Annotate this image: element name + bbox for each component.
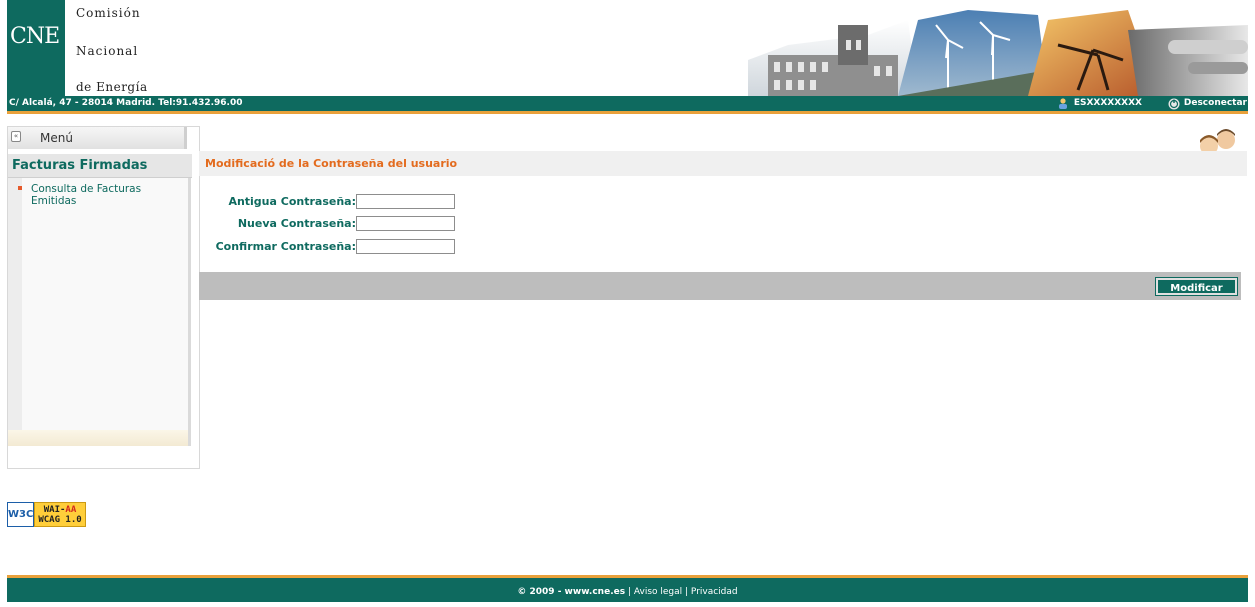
sidebar-body (8, 178, 191, 430)
user-id: ESXXXXXXXX (1073, 98, 1142, 108)
old-password-label: Antigua Contraseña: (228, 195, 356, 208)
w3c-logo[interactable]: W3C (7, 502, 34, 527)
aa-text: AA (65, 505, 77, 515)
confirm-password-label: Confirmar Contraseña: (215, 240, 356, 253)
new-password-field[interactable] (356, 216, 455, 231)
footer: © 2009 - www.cne.es | Aviso legal | Priv… (7, 575, 1248, 602)
header-banner-image (748, 0, 1248, 96)
privacy-link[interactable]: Privacidad (691, 587, 738, 597)
sidebar: « Menú Facturas Firmadas Consulta de Fac… (7, 126, 200, 469)
old-password-row: Antigua Contraseña: (199, 194, 529, 210)
sidebar-section-title: Facturas Firmadas (8, 154, 192, 178)
org-name-line3: de Energía (76, 80, 148, 94)
wcag-badge[interactable]: W3C WAI-AA WCAG 1.0 (7, 502, 86, 527)
logo-text: CNE (10, 24, 60, 49)
new-password-label: Nueva Contraseña: (237, 217, 356, 230)
confirm-password-row: Confirmar Contraseña: (199, 239, 529, 255)
wai-aa-label[interactable]: WAI-AA WCAG 1.0 (34, 502, 86, 527)
sidebar-footer (8, 430, 191, 446)
power-icon[interactable] (1168, 98, 1180, 110)
address-text: C/ Alcalá, 47 - 28014 Madrid. Tel:91.432… (9, 98, 243, 108)
top-info-bar: C/ Alcalá, 47 - 28014 Madrid. Tel:91.432… (7, 96, 1248, 114)
new-password-row: Nueva Contraseña: (199, 216, 529, 232)
org-name-line2: Nacional (76, 44, 139, 58)
action-bar: Modificar (199, 272, 1241, 300)
collapse-icon[interactable]: « (11, 131, 21, 142)
menu-tab[interactable]: « Menú (8, 127, 187, 149)
logout-label[interactable]: Desconectar (1184, 96, 1247, 111)
user-icon (1058, 98, 1068, 109)
org-name-line1: Comisión (76, 6, 141, 20)
cne-logo: CNE (7, 0, 65, 96)
wai-text: WAI- (43, 505, 66, 515)
logout-link[interactable]: Desconectar (1168, 96, 1247, 111)
modify-button[interactable]: Modificar (1155, 277, 1238, 296)
confirm-password-field[interactable] (356, 239, 455, 254)
copyright-link[interactable]: © 2009 - www.cne.es (517, 587, 625, 597)
legal-link[interactable]: Aviso legal (634, 587, 682, 597)
page-title: Modificació de la Contraseña del usuario (199, 151, 1247, 176)
menu-label[interactable]: Menú (40, 127, 73, 149)
old-password-field[interactable] (356, 194, 455, 209)
wcag-text: WCAG 1.0 (38, 515, 82, 525)
user-info: ESXXXXXXXX (1058, 96, 1142, 111)
sidebar-item-label[interactable]: Consulta de Facturas Emitidas (31, 183, 171, 207)
bullet-icon (18, 186, 22, 190)
